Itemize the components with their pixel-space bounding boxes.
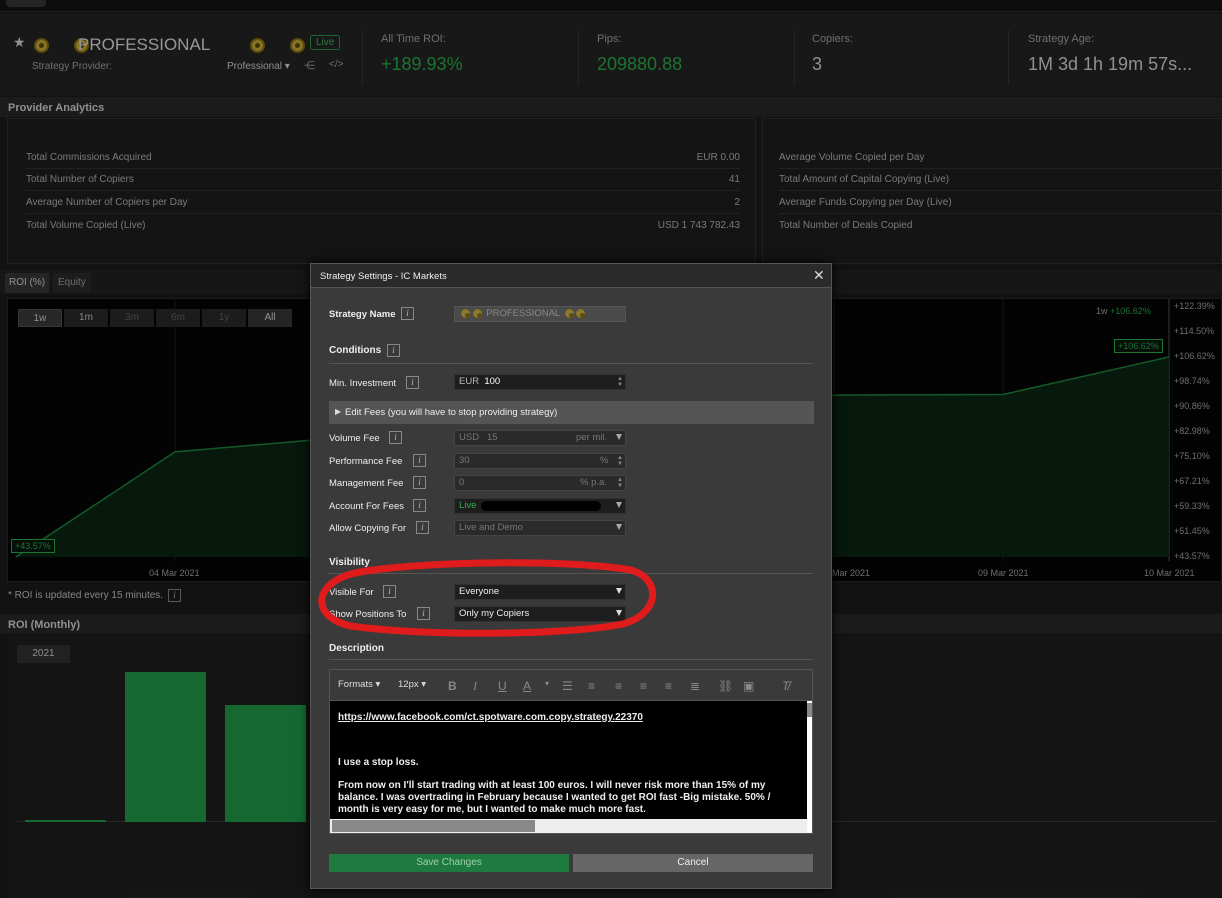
cancel-button[interactable]: Cancel bbox=[573, 854, 813, 872]
bold-icon[interactable]: B bbox=[448, 679, 457, 693]
section-divider bbox=[329, 659, 813, 660]
info-icon[interactable]: i bbox=[413, 499, 426, 512]
modal-title: Strategy Settings - IC Markets bbox=[320, 271, 447, 282]
performance-unit: % bbox=[600, 455, 609, 466]
chevron-down-icon bbox=[616, 524, 622, 530]
management-fee-field[interactable]: 0 % p.a. ▲ ▼ bbox=[454, 475, 626, 491]
save-changes-button[interactable]: Save Changes bbox=[329, 854, 569, 872]
management-fee-label: Management Fee bbox=[329, 478, 404, 489]
italic-icon[interactable]: I bbox=[473, 679, 477, 694]
stepper-icon[interactable]: ▲ ▼ bbox=[617, 376, 623, 388]
info-icon[interactable]: i bbox=[413, 476, 426, 489]
stepper-icon[interactable]: ▲ ▼ bbox=[617, 477, 623, 489]
formats-dropdown[interactable]: Formats ▾ bbox=[338, 679, 380, 690]
volume-currency: USD bbox=[459, 432, 480, 443]
redacted-account bbox=[481, 501, 601, 511]
volume-unit: per mil. bbox=[576, 432, 608, 443]
scrollbar-thumb[interactable] bbox=[332, 820, 535, 832]
strategy-name-value: PROFESSIONAL bbox=[486, 308, 561, 319]
stepper-icon[interactable]: ▲ ▼ bbox=[617, 455, 623, 467]
description-paragraph: I use a stop loss. bbox=[338, 757, 419, 768]
allow-copying-label: Allow Copying For bbox=[329, 523, 407, 534]
coin-icon bbox=[472, 308, 482, 318]
image-icon[interactable]: ▣ bbox=[743, 679, 754, 693]
scrollbar-thumb[interactable] bbox=[807, 703, 812, 717]
vertical-scrollbar[interactable] bbox=[807, 701, 812, 833]
edit-fees-label: Edit Fees (you will have to stop providi… bbox=[345, 407, 558, 418]
management-value: 0 bbox=[459, 477, 465, 488]
performance-fee-label: Performance Fee bbox=[329, 456, 403, 467]
volume-value: 15 bbox=[486, 432, 498, 443]
align-left-icon[interactable]: ≡ bbox=[615, 679, 622, 693]
info-icon[interactable]: i bbox=[387, 344, 400, 357]
formats-label: Formats bbox=[338, 679, 373, 690]
font-size-dropdown[interactable]: 12px ▾ bbox=[398, 679, 426, 690]
expand-icon: ▶ bbox=[335, 407, 342, 416]
min-value: 100 bbox=[484, 376, 501, 387]
volume-fee-label: Volume Fee bbox=[329, 433, 380, 444]
chevron-down-icon bbox=[616, 502, 622, 508]
min-currency: EUR bbox=[459, 376, 480, 387]
account-fees-label: Account For Fees bbox=[329, 501, 404, 512]
coin-icon bbox=[461, 308, 470, 318]
description-link[interactable]: https://www.facebook.com/ct.spotware.com… bbox=[338, 712, 800, 724]
link-icon[interactable]: ⛓ bbox=[718, 679, 733, 693]
bullet-list-icon[interactable]: ☰ bbox=[562, 679, 573, 693]
min-investment-field[interactable]: EUR 100 ▲ ▼ bbox=[454, 374, 626, 390]
chevron-down-icon bbox=[616, 434, 622, 440]
coin-icon bbox=[576, 308, 586, 318]
edit-fees-toggle[interactable]: ▶ Edit Fees (you will have to stop provi… bbox=[329, 401, 814, 424]
performance-fee-field[interactable]: 30% ▲ ▼ bbox=[454, 453, 626, 469]
management-unit: % p.a. bbox=[580, 477, 607, 488]
align-justify-icon[interactable]: ≣ bbox=[690, 679, 700, 693]
strategy-name-label: Strategy Name bbox=[329, 309, 396, 320]
account-fees-select[interactable]: Live bbox=[454, 498, 626, 514]
editor-content: https://www.facebook.com/ct.spotware.com… bbox=[338, 712, 800, 816]
min-investment-label: Min. Investment bbox=[329, 378, 397, 389]
info-icon[interactable]: i bbox=[389, 431, 402, 444]
text-color-icon[interactable]: A bbox=[523, 679, 531, 693]
chevron-down-icon[interactable]: ▾ bbox=[545, 679, 549, 688]
performance-value: 30 bbox=[459, 455, 470, 466]
modal-header: Strategy Settings - IC Markets ✕ bbox=[311, 264, 831, 288]
font-size-label: 12px bbox=[398, 679, 419, 690]
description-heading: Description bbox=[329, 643, 385, 654]
description-editor[interactable]: https://www.facebook.com/ct.spotware.com… bbox=[329, 700, 813, 834]
info-icon[interactable]: i bbox=[401, 307, 414, 320]
underline-icon[interactable]: U bbox=[498, 679, 507, 693]
description-paragraph: From now on I'll start trading with at l… bbox=[338, 780, 771, 815]
volume-fee-field[interactable]: USD 15 per mil. bbox=[454, 430, 626, 446]
align-center-icon[interactable]: ≡ bbox=[640, 679, 647, 693]
conditions-heading: Conditions bbox=[329, 345, 382, 356]
strategy-name-field[interactable]: PROFESSIONAL bbox=[454, 306, 626, 322]
allow-copying-select[interactable]: Live and Demo bbox=[454, 520, 626, 536]
info-icon[interactable]: i bbox=[416, 521, 429, 534]
allow-copying-value: Live and Demo bbox=[459, 522, 523, 533]
section-divider bbox=[329, 363, 813, 364]
clear-formatting-icon[interactable]: T̸ bbox=[782, 679, 789, 693]
align-right-icon[interactable]: ≡ bbox=[665, 679, 672, 693]
red-annotation-circle bbox=[318, 559, 657, 637]
close-icon[interactable]: ✕ bbox=[813, 267, 825, 284]
coin-icon bbox=[564, 308, 574, 318]
strategy-settings-modal: Strategy Settings - IC Markets ✕ Strateg… bbox=[310, 263, 832, 889]
info-icon[interactable]: i bbox=[413, 454, 426, 467]
info-icon[interactable]: i bbox=[406, 376, 419, 389]
numbered-list-icon[interactable]: ≡ bbox=[588, 679, 595, 693]
account-value: Live bbox=[459, 500, 477, 511]
